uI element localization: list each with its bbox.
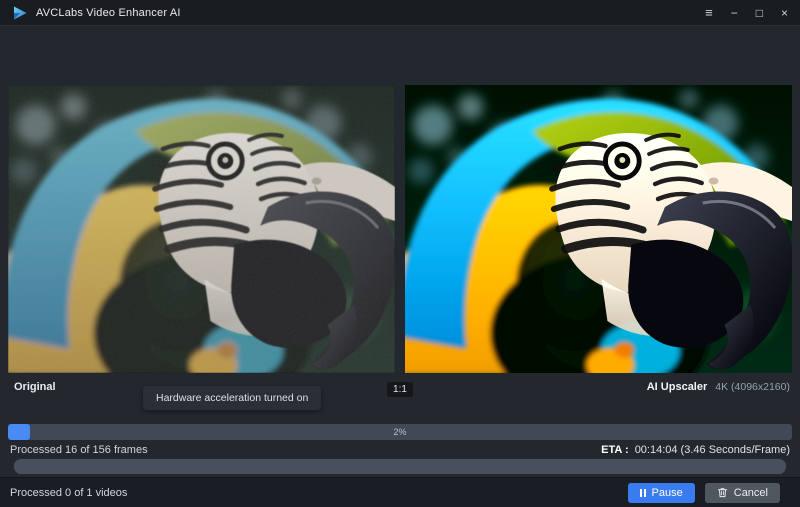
videos-status: Processed 0 of 1 videos: [10, 487, 127, 499]
app-window: AVCLabs Video Enhancer AI ≡ − □ × Origin…: [0, 0, 800, 507]
titlebar: AVCLabs Video Enhancer AI ≡ − □ ×: [0, 0, 800, 26]
maximize-icon[interactable]: □: [756, 7, 763, 19]
ai-upscaler-label: AI Upscaler: [647, 381, 708, 393]
frames-status: Processed 16 of 156 frames: [10, 444, 148, 456]
window-controls: ≡ − □ ×: [705, 6, 788, 19]
close-icon[interactable]: ×: [781, 7, 788, 19]
original-preview-image: [8, 85, 395, 373]
frame-progress-percent: 2%: [8, 424, 792, 440]
enhanced-preview-image: [405, 85, 792, 373]
eta-value: 00:14:04 (3.46 Seconds/Frame): [635, 444, 790, 456]
app-title: AVCLabs Video Enhancer AI: [36, 7, 181, 19]
pause-button-label: Pause: [652, 487, 683, 499]
cancel-button-label: Cancel: [734, 487, 768, 499]
minimize-icon[interactable]: −: [731, 7, 738, 19]
hardware-acceleration-tooltip: Hardware acceleration turned on: [143, 386, 321, 410]
output-mode: AI Upscaler 4K (4096x2160): [647, 381, 790, 393]
resolution-value: 4K (4096x2160): [715, 381, 790, 393]
zoom-ratio-badge[interactable]: 1:1: [387, 382, 413, 397]
original-label: Original: [14, 381, 56, 393]
trash-icon: [717, 487, 728, 498]
pause-button[interactable]: Pause: [628, 483, 695, 503]
cancel-button[interactable]: Cancel: [705, 483, 780, 503]
frame-progress-bar: 2%: [8, 424, 792, 440]
eta-label: ETA :: [601, 444, 629, 456]
eta-status: ETA : 00:14:04 (3.46 Seconds/Frame): [601, 444, 790, 456]
footer-actions: Pause Cancel: [628, 483, 780, 503]
video-progress-bar: [14, 459, 786, 474]
menu-icon[interactable]: ≡: [705, 6, 713, 19]
footer-bar: Processed 0 of 1 videos Pause Cancel: [0, 477, 800, 507]
app-logo-icon: [12, 5, 28, 21]
pause-icon: [640, 489, 646, 497]
